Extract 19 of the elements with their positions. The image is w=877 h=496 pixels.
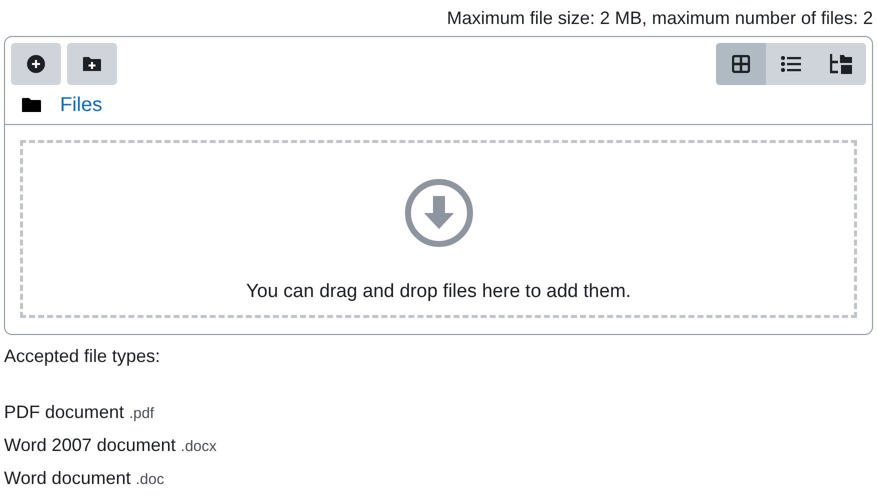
add-icon <box>27 55 45 73</box>
list-icon <box>781 56 801 72</box>
file-type-name: Word document <box>4 467 131 489</box>
grid-icon <box>732 55 750 73</box>
add-file-button[interactable] <box>11 43 61 85</box>
view-button[interactable] <box>716 43 766 85</box>
drop-zone-text: You can drag and drop files here to add them. <box>246 280 631 304</box>
add-folder-button[interactable] <box>67 43 117 85</box>
file-type-extension: .doc <box>136 470 164 490</box>
folder-icon <box>22 97 41 112</box>
tree-icon <box>830 54 852 74</box>
file-type-extension: .pdf <box>129 404 154 424</box>
files-breadcrumb-link[interactable]: Files <box>60 90 102 120</box>
file-type-extension: .docx <box>180 437 217 457</box>
file-type-name: Word 2007 document <box>4 434 176 456</box>
add-folder-icon <box>83 56 101 72</box>
file-limits-text: Maximum file size: 2 MB, maximum number of files: 2 <box>446 7 873 30</box>
file-type-name: PDF document <box>4 401 124 423</box>
accepted-types-label: Accepted file types: <box>4 345 162 368</box>
